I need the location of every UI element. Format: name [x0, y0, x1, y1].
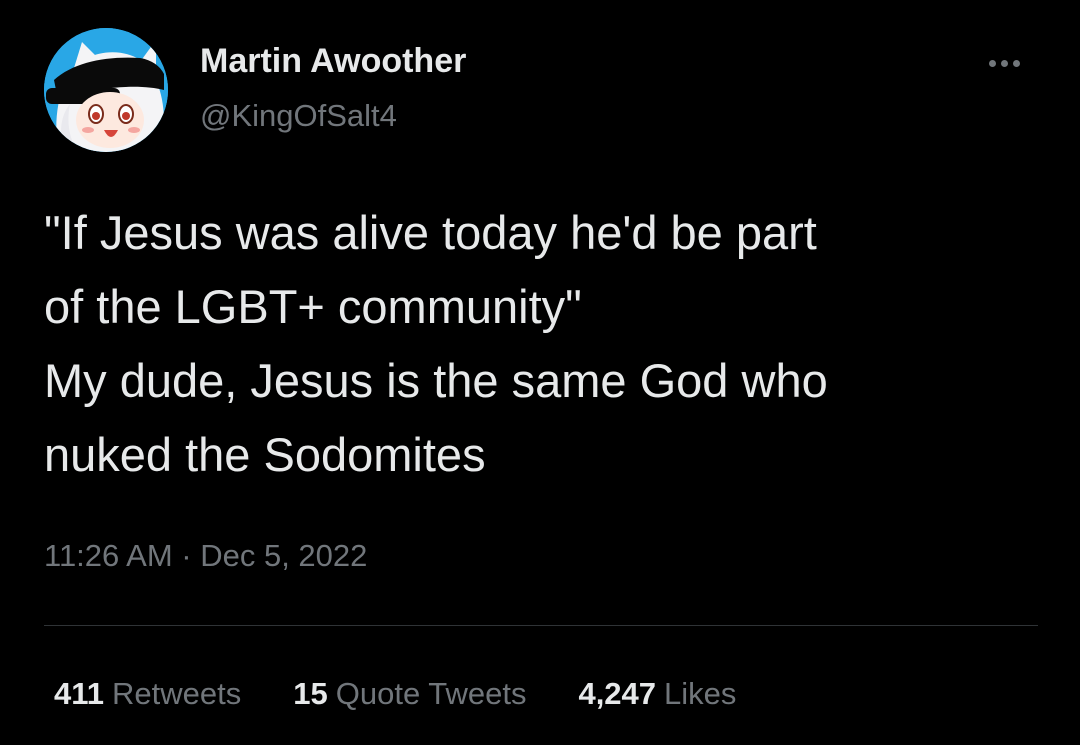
likes-count: 4,247: [578, 676, 657, 711]
more-options-button[interactable]: [974, 48, 1034, 78]
more-options-icon-dot: [1012, 59, 1020, 67]
avatar-image: [44, 28, 168, 152]
tweet-timestamp[interactable]: 11:26 AM · Dec 5, 2022: [44, 538, 367, 574]
author-display-name[interactable]: Martin Awoother: [200, 42, 466, 81]
quote-tweets-stat[interactable]: 15 Quote Tweets: [293, 676, 526, 712]
tweet-text-line: nuked the Sodomites: [44, 428, 486, 481]
retweets-count: 411: [54, 676, 105, 711]
more-options-icon: [988, 59, 996, 67]
tweet-card: Martin Awoother @KingOfSalt4 "If Jesus w…: [0, 0, 1080, 745]
tweet-text-line: of the LGBT+ community": [44, 280, 582, 333]
divider: [44, 625, 1038, 626]
retweets-stat[interactable]: 411 Retweets: [54, 676, 241, 712]
retweets-label: Retweets: [112, 676, 242, 711]
likes-label: Likes: [664, 676, 737, 711]
quote-tweets-label: Quote Tweets: [335, 676, 527, 711]
likes-stat[interactable]: 4,247 Likes: [578, 676, 736, 712]
more-options-icon-dot: [1000, 59, 1008, 67]
tweet-stats: 411 Retweets 15 Quote Tweets 4,247 Likes: [54, 676, 788, 712]
tweet-text-line: "If Jesus was alive today he'd be part: [44, 206, 817, 259]
tweet-text-line: My dude, Jesus is the same God who: [44, 354, 828, 407]
quote-tweets-count: 15: [293, 676, 328, 711]
tweet-text: "If Jesus was alive today he'd be part o…: [44, 196, 1054, 492]
avatar[interactable]: [44, 28, 168, 152]
author-handle[interactable]: @KingOfSalt4: [200, 98, 397, 134]
